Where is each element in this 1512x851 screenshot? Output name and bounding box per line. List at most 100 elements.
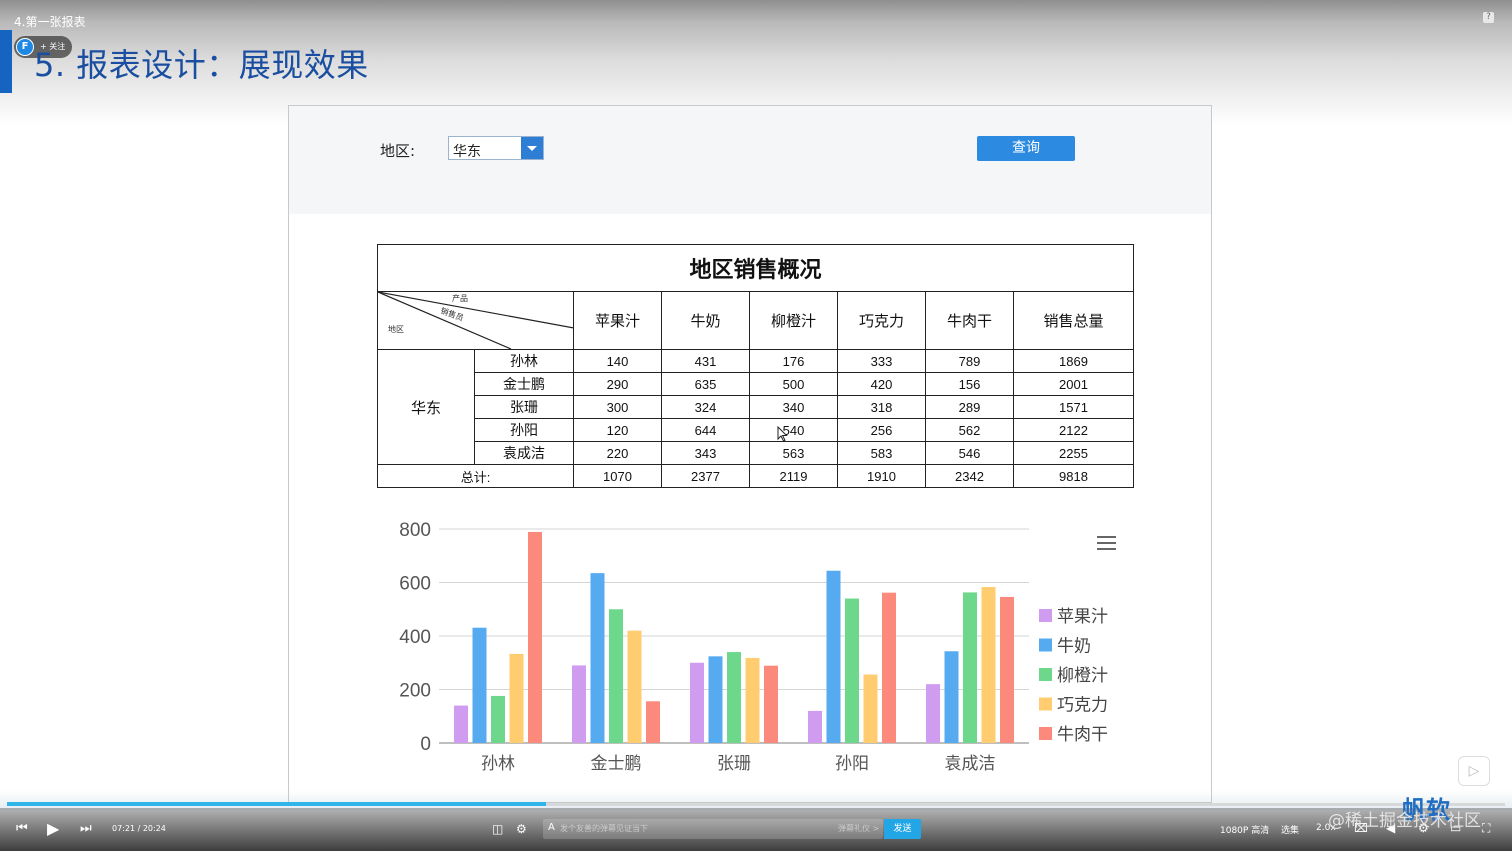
corner-product-label: 产品 [452, 294, 468, 303]
x-tick-label: 袁成洁 [945, 754, 996, 774]
legend-label: 牛奶 [1057, 637, 1091, 657]
legend-label: 柳橙汁 [1057, 666, 1108, 686]
menu-icon [1097, 542, 1116, 544]
value-cell: 1571 [1012, 395, 1135, 419]
value-cell: 256 [837, 418, 926, 442]
next-icon[interactable]: ⏭ [80, 821, 92, 836]
value-cell: 644 [661, 418, 750, 442]
bar-牛肉干 [1000, 596, 1014, 743]
value-cell: 120 [573, 418, 662, 442]
corner-region-label: 地区 [388, 325, 404, 334]
salesperson-cell: 孙林 [474, 349, 574, 373]
bar-牛肉干 [764, 665, 778, 743]
previous-icon[interactable]: ⏮ [16, 821, 28, 836]
sales-bar-chart: 0 200 400 600 800 孙林 金士鹏 张珊 孙阳 袁成洁 苹果汁牛奶柳橙汁巧克力牛肉干 [399, 520, 1116, 774]
total-cell: 2119 [749, 464, 838, 488]
x-tick-label: 孙阳 [835, 754, 869, 774]
value-cell: 2122 [1012, 418, 1135, 442]
menu-icon [1097, 548, 1116, 550]
y-tick-label: 600 [399, 574, 431, 595]
bar-牛肉干 [646, 701, 660, 743]
column-header: 牛奶 [661, 291, 750, 350]
bar-牛奶 [472, 627, 487, 743]
value-cell: 340 [749, 395, 838, 419]
danmaku-style-icon[interactable]: A [548, 822, 555, 833]
total-row: 总计: 1070 2377 2119 1910 2342 9818 [377, 464, 1135, 488]
send-button[interactable]: 发送 [884, 819, 921, 839]
legend-swatch [1039, 609, 1052, 622]
play-icon[interactable]: ▶ [47, 819, 59, 838]
value-cell: 300 [573, 395, 662, 419]
value-cell: 635 [661, 372, 750, 396]
danmaku-placeholder: 发个友善的弹幕见证当下 [560, 824, 648, 833]
progress-fill[interactable] [7, 802, 547, 806]
column-header: 销售总量 [1012, 291, 1135, 350]
column-header: 苹果汁 [573, 291, 662, 350]
bar-牛奶 [944, 651, 959, 743]
header-row: 产品 销售员 地区 苹果汁 牛奶 柳橙汁 巧克力 牛肉干 销售总量 [377, 291, 1135, 350]
chevron-down-icon[interactable] [521, 137, 543, 159]
region-cell: 华东 [377, 349, 475, 465]
legend-label: 苹果汁 [1057, 607, 1108, 627]
bar-柳橙汁 [609, 609, 623, 743]
bar-巧克力 [509, 653, 524, 743]
value-cell: 2001 [1012, 372, 1135, 396]
bar-苹果汁 [572, 665, 586, 743]
query-button[interactable]: 查询 [977, 136, 1075, 161]
progress-preview [0, 790, 1512, 810]
bar-苹果汁 [454, 705, 468, 743]
table-row: 华东 孙林 140 431 176 333 789 1869 [377, 349, 1135, 465]
value-cell: 176 [749, 349, 838, 373]
salesperson-cell: 张珊 [474, 395, 574, 419]
y-tick-label: 800 [399, 520, 431, 541]
total-cell: 2342 [925, 464, 1014, 488]
video-title: 4.第一张报表 [14, 15, 86, 29]
bar-巧克力 [863, 674, 878, 743]
value-cell: 333 [837, 349, 926, 373]
value-cell: 318 [837, 395, 926, 419]
total-cell: 9818 [1012, 464, 1135, 488]
column-header: 牛肉干 [925, 291, 1014, 350]
total-cell: 1910 [837, 464, 926, 488]
bar-牛肉干 [528, 531, 542, 743]
y-tick-label: 200 [399, 681, 431, 702]
value-cell: 500 [749, 372, 838, 396]
quality-button[interactable]: 1080P 高清 [1220, 823, 1269, 836]
danmaku-toggle-icon[interactable]: ◫ [492, 822, 503, 836]
bar-牛奶 [590, 573, 605, 743]
mini-play-icon[interactable]: ▷ [1458, 756, 1490, 786]
fullscreen-icon[interactable]: ⛶ [1482, 821, 1490, 836]
value-cell: 420 [837, 372, 926, 396]
value-cell: 562 [925, 418, 1014, 442]
danmaku-settings-icon[interactable]: ⚙ [516, 822, 527, 836]
salesperson-cell: 孙阳 [474, 418, 574, 442]
table-row: 袁成洁 220 343 563 583 546 2255 [378, 441, 1135, 465]
mouse-cursor-icon [777, 426, 788, 442]
legend-label: 巧克力 [1057, 696, 1108, 716]
total-cell: 1070 [573, 464, 662, 488]
danmaku-etiquette-link[interactable]: 弹幕礼仪 > [838, 823, 879, 834]
bar-巧克力 [981, 587, 996, 743]
time-display: 07:21 / 20:24 [112, 824, 166, 833]
bar-柳橙汁 [727, 652, 741, 743]
diagonal-lines [378, 292, 574, 349]
x-tick-label: 张珊 [717, 754, 751, 774]
value-cell: 546 [925, 441, 1014, 465]
total-label: 总计: [377, 464, 574, 488]
x-tick-label: 孙林 [481, 754, 515, 774]
y-tick-label: 0 [420, 734, 431, 755]
diagonal-header-cell: 产品 销售员 地区 [377, 291, 574, 350]
bar-苹果汁 [926, 684, 940, 743]
channel-logo-icon: F [16, 38, 34, 56]
value-cell: 789 [925, 349, 1014, 373]
slide-accent-bar [0, 30, 12, 93]
episodes-button[interactable]: 选集 [1281, 823, 1299, 836]
value-cell: 343 [661, 441, 750, 465]
region-select[interactable]: 华东 [448, 136, 544, 160]
value-cell: 2255 [1012, 441, 1135, 465]
sales-table: 地区销售概况 产品 销售员 地区 苹果汁 牛奶 柳橙汁 巧克力 牛肉干 销售总量… [376, 244, 1135, 488]
value-cell: 540 [749, 418, 838, 442]
help-icon[interactable]: ? [1483, 12, 1494, 23]
bar-巧克力 [627, 630, 642, 743]
value-cell: 289 [925, 395, 1014, 419]
